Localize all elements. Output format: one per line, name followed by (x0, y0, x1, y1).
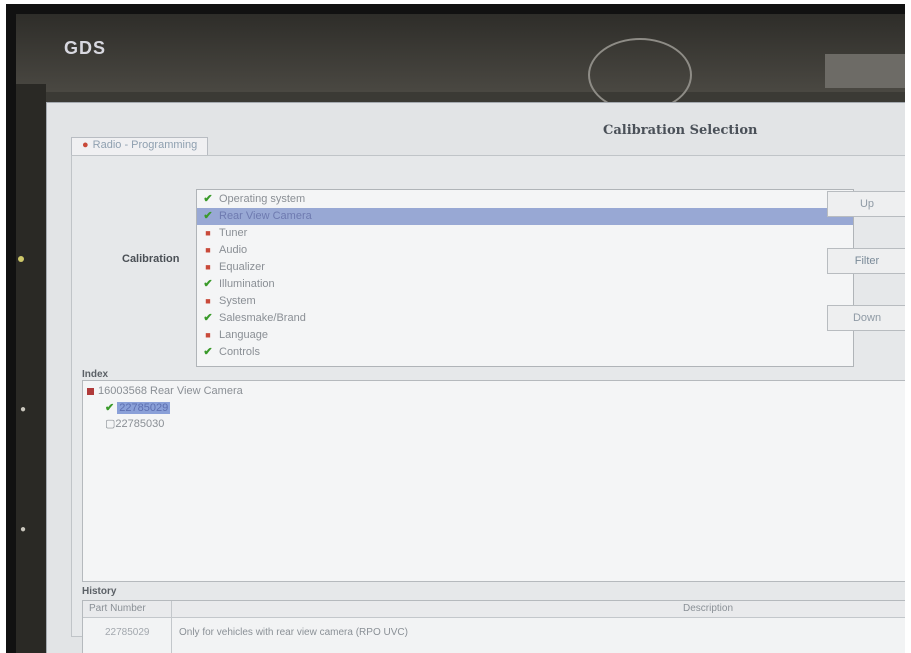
tree-node[interactable]: ▢22785030 (105, 417, 164, 430)
calibration-item-label: System (219, 295, 256, 307)
calibration-item-label: Operating system (219, 193, 306, 205)
pending-icon: ■ (205, 228, 211, 238)
calibration-item-label: Tuner (219, 227, 248, 239)
monitor-bezel: GDS ● ● Calibration Selection ● Radio - P… (6, 4, 905, 653)
tab-status-icon: ● (82, 139, 89, 151)
calibration-item[interactable]: ■ Equalizer (197, 259, 853, 276)
index-label: Index (82, 369, 109, 380)
calibration-item[interactable]: ✔ Rear View Camera (197, 208, 853, 225)
calibration-item-label: Controls (219, 346, 260, 358)
calibration-item[interactable]: ■ Language (197, 327, 853, 344)
tree-node-label: 22785030 (115, 418, 165, 430)
history-header: Part Number Description (83, 601, 905, 618)
table-row[interactable]: 22785029 Only for vehicles with rear vie… (83, 627, 905, 643)
calibration-list[interactable]: ✔ Operating system ✔ Rear View Camera ■ Tuner… (196, 189, 854, 367)
check-icon: ✔ (203, 278, 213, 290)
brand-emblem-icon (588, 38, 692, 112)
tree-root[interactable]: 16003568 Rear View Camera (87, 385, 243, 397)
calibration-item[interactable]: ✔ Controls (197, 344, 853, 361)
app-topbar: GDS (16, 14, 905, 112)
check-icon: ✔ (203, 312, 213, 324)
check-icon: ✔ (203, 210, 213, 222)
calibration-item[interactable]: ✔ Operating system (197, 191, 853, 208)
calibration-item[interactable]: ✔ Illumination (197, 276, 853, 293)
calibration-item-label: Salesmake/Brand (219, 312, 306, 324)
calibration-dialog: Calibration Selection ● Radio - Programmi… (46, 102, 905, 653)
side-marker-icon: ● (20, 404, 27, 415)
folder-icon (87, 387, 94, 395)
side-marker-icon: ● (20, 524, 27, 535)
calibration-item-label: Rear View Camera (219, 210, 312, 222)
document-icon: ▢ (105, 418, 116, 430)
index-tree: 16003568 Rear View Camera ✔ 22785029 ▢22… (82, 380, 905, 582)
status-dot-icon (18, 256, 24, 262)
calibration-item[interactable]: ✔ Salesmake/Brand (197, 310, 853, 327)
calibration-item[interactable]: ■ Tuner (197, 225, 853, 242)
topbar-right-panel (825, 54, 905, 88)
pending-icon: ■ (205, 262, 211, 272)
column-header-description: Description (683, 603, 734, 614)
tree-root-label: 16003568 Rear View Camera (98, 385, 243, 397)
calibration-item-label: Illumination (219, 278, 275, 290)
column-header-part-number: Part Number (89, 603, 146, 614)
check-icon: ✔ (105, 402, 115, 414)
check-icon: ✔ (203, 193, 213, 205)
app-logo: GDS (64, 38, 107, 58)
tree-node[interactable]: ✔ 22785029 (105, 401, 171, 414)
pending-icon: ■ (205, 296, 211, 306)
calibration-item-label: Equalizer (219, 261, 265, 273)
history-label: History (82, 586, 117, 597)
calibration-item-label: Audio (219, 244, 248, 256)
calibration-item[interactable]: ■ Audio (197, 242, 853, 259)
dialog-title: Calibration Selection (603, 123, 758, 138)
pending-icon: ■ (205, 330, 211, 340)
description-cell: Only for vehicles with rear view camera … (179, 627, 408, 638)
programming-panel: Calibration ✔ Operating system ✔ Rear View … (71, 155, 905, 653)
left-side-strip: ● ● (16, 84, 46, 653)
history-table: Part Number Description 22785029 Only fo… (82, 600, 905, 653)
filter-button[interactable]: Filter (827, 248, 905, 274)
up-button[interactable]: Up (827, 191, 905, 217)
tree-node-label: 22785029 (117, 402, 171, 414)
part-number-cell: 22785029 (105, 627, 150, 638)
tab-label: Radio - Programming (92, 139, 198, 151)
calibration-item[interactable]: ■ System (197, 293, 853, 310)
screen: GDS ● ● Calibration Selection ● Radio - P… (16, 14, 905, 653)
calibration-item-label: Language (219, 329, 268, 341)
down-button[interactable]: Down (827, 305, 905, 331)
pending-icon: ■ (205, 245, 211, 255)
calibration-label: Calibration (122, 253, 180, 265)
check-icon: ✔ (203, 346, 213, 358)
